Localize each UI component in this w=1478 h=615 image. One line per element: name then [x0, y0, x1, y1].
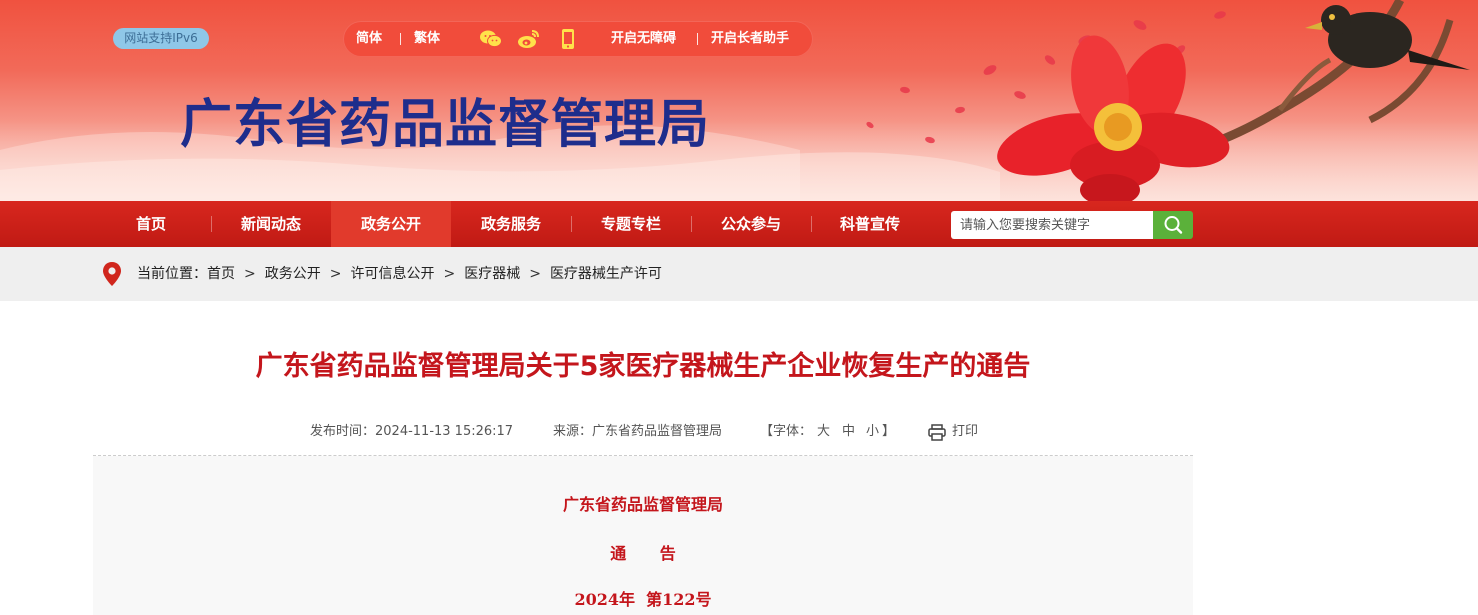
nav-item-news[interactable]: 新闻动态 [212, 201, 330, 247]
search-input[interactable] [951, 211, 1154, 239]
weibo-icon[interactable] [517, 28, 541, 50]
header-banner: 网站支持IPv6 简体 繁体 开启无障碍 开启长者助手 广东省药品监督管理局 [0, 0, 1478, 201]
elderly-assist-link[interactable]: 开启长者助手 [711, 21, 789, 57]
font-size-large-button[interactable]: 大 [817, 420, 830, 444]
font-size-medium-button[interactable]: 中 [842, 420, 855, 444]
nav-item-science-popularization[interactable]: 科普宣传 [812, 201, 928, 247]
article-title: 广东省药品监督管理局关于5家医疗器械生产企业恢复生产的通告 [255, 351, 1031, 382]
search-button[interactable] [1153, 211, 1193, 239]
ipv6-badge: 网站支持IPv6 [113, 28, 209, 49]
search-icon [1164, 216, 1183, 234]
breadcrumb-license-disclosure[interactable]: 许可信息公开 [350, 247, 434, 301]
simplified-chinese-link[interactable]: 简体 [356, 21, 382, 57]
nav-item-government-affairs[interactable]: 政务公开 [331, 201, 451, 247]
nav-item-government-services[interactable]: 政务服务 [452, 201, 570, 247]
breadcrumb-separator: > [443, 266, 456, 282]
breadcrumb-home[interactable]: 首页 [207, 247, 235, 301]
toolbar-divider [400, 33, 401, 45]
printer-icon[interactable] [928, 424, 946, 441]
breadcrumb-production-license[interactable]: 医疗器械生产许可 [550, 247, 662, 301]
article-source: 来源：广东省药品监督管理局 [553, 424, 723, 439]
breadcrumb-separator: > [244, 266, 256, 282]
font-size-close: 】 [882, 424, 896, 439]
location-pin-icon [103, 262, 121, 286]
nav-item-special-topics[interactable]: 专题专栏 [572, 201, 690, 247]
traditional-chinese-link[interactable]: 繁体 [414, 21, 440, 57]
mobile-icon[interactable] [556, 28, 580, 50]
breadcrumb-prefix: 当前位置： [137, 266, 207, 282]
breadcrumb-government-affairs[interactable]: 政务公开 [265, 247, 321, 301]
breadcrumb-medical-devices[interactable]: 医疗器械 [464, 247, 520, 301]
nav-item-public-participation[interactable]: 公众参与 [692, 201, 810, 247]
font-size-label: 【字体： [760, 424, 813, 439]
main-nav: 首页 新闻动态 政务公开 政务服务 专题专栏 公众参与 科普宣传 [0, 201, 1478, 247]
wechat-icon[interactable] [479, 28, 503, 50]
document-issuer: 广东省药品监督管理局 [562, 495, 723, 514]
publish-time: 发布时间：2024-11-13 15:26:17 [310, 424, 514, 439]
breadcrumb: 当前位置：首页 > 政务公开 > 许可信息公开 > 医疗器械 > 医疗器械生产许可 [137, 247, 662, 301]
accessibility-link[interactable]: 开启无障碍 [611, 21, 676, 57]
site-title: 广东省药品监督管理局 [180, 94, 711, 155]
document-type: 通 告 [610, 544, 676, 563]
breadcrumb-separator: > [329, 266, 342, 282]
document-number: 2024年 第122号 [574, 590, 712, 609]
top-toolbar: 简体 繁体 开启无障碍 开启长者助手 [343, 21, 813, 57]
breadcrumb-separator: > [529, 266, 541, 282]
nav-item-home[interactable]: 首页 [92, 201, 210, 247]
font-size-small-button[interactable]: 小 [866, 420, 879, 444]
breadcrumb-bar: 当前位置：首页 > 政务公开 > 许可信息公开 > 医疗器械 > 医疗器械生产许可 [0, 247, 1478, 301]
print-link[interactable]: 打印 [952, 420, 978, 444]
toolbar-divider [697, 33, 698, 45]
article-meta: 发布时间：2024-11-13 15:26:17 来源：广东省药品监督管理局 【… [93, 420, 1193, 444]
kapok-flower-bird-illustration [866, 0, 1470, 201]
